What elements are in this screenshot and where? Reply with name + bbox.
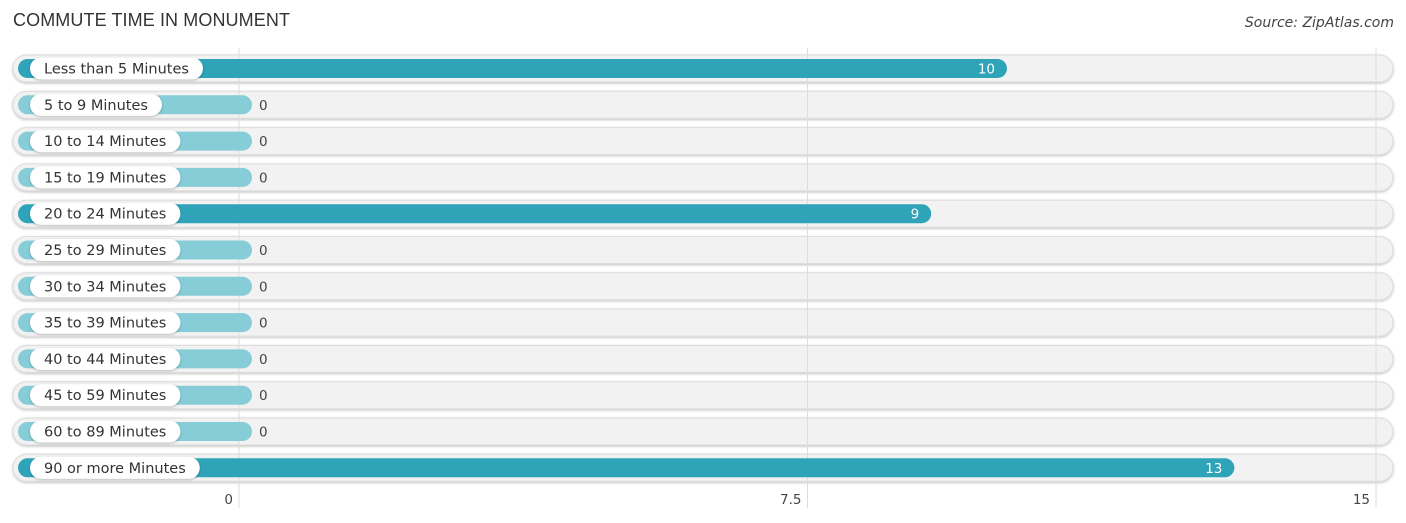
bar-chart: Less than 5 Minutes 10 5 to 9 Minutes 0 10 t…: [12, 48, 1394, 508]
category-label: 35 to 39 Minutes: [44, 316, 166, 332]
x-tick-label: 0: [224, 492, 233, 508]
x-tick-label: 15: [1353, 492, 1370, 508]
x-tick-label: 7.5: [780, 492, 801, 508]
category-label: Less than 5 Minutes: [44, 62, 189, 78]
value-label: 0: [259, 243, 268, 259]
category-label: 45 to 59 Minutes: [44, 388, 166, 404]
category-label: 20 to 24 Minutes: [44, 207, 166, 223]
value-label: 0: [259, 134, 268, 150]
category-label: 15 to 19 Minutes: [44, 170, 166, 186]
value-label: 0: [259, 388, 268, 404]
value-label: 0: [259, 425, 268, 441]
value-label: 0: [259, 279, 268, 295]
value-label: 0: [259, 352, 268, 368]
category-label: 10 to 14 Minutes: [44, 134, 166, 150]
value-label: 0: [259, 98, 268, 114]
value-label: 10: [978, 62, 995, 78]
category-label: 25 to 29 Minutes: [44, 243, 166, 259]
value-label: 0: [259, 316, 268, 332]
bar: [18, 458, 1235, 478]
category-label: 60 to 89 Minutes: [44, 425, 166, 441]
value-label: 13: [1205, 461, 1222, 477]
category-label: 40 to 44 Minutes: [44, 352, 166, 368]
category-label: 5 to 9 Minutes: [44, 98, 148, 114]
category-label: 90 or more Minutes: [44, 461, 186, 477]
value-label: 9: [911, 207, 920, 223]
category-label: 30 to 34 Minutes: [44, 279, 166, 295]
value-label: 0: [259, 170, 268, 186]
